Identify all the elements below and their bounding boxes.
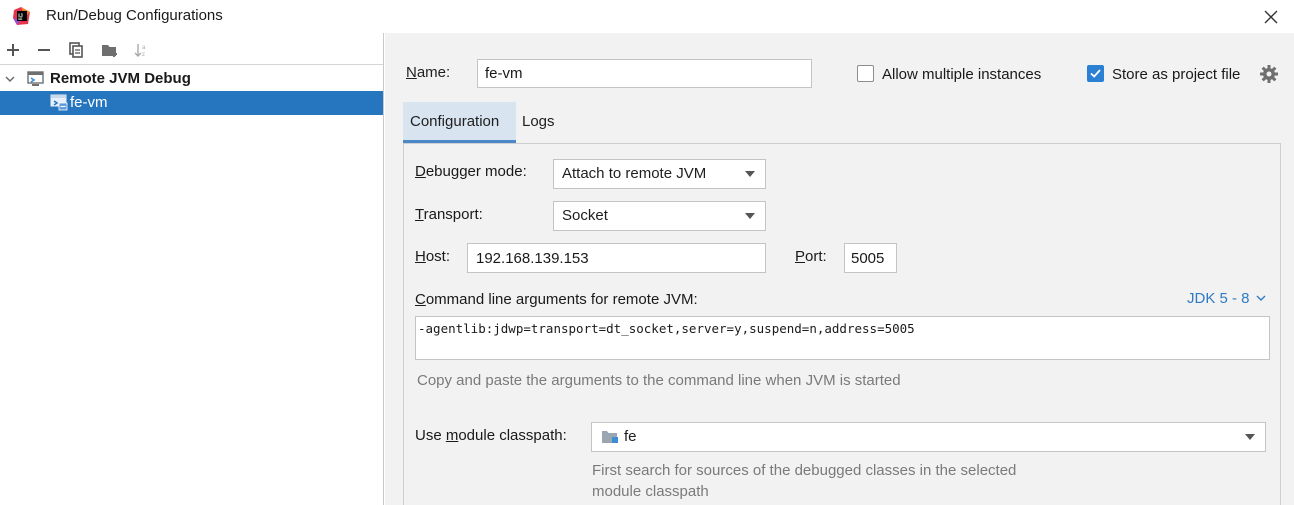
configurations-tree-panel: az Remote JVM Debug fe-vm (0, 33, 384, 505)
cmd-label-rest: ommand line arguments for remote JVM: (425, 291, 698, 308)
configuration-editor: Name: Allow multiple instances Store as … (385, 33, 1294, 505)
store-project-checkbox[interactable] (1087, 65, 1104, 82)
transport-value: Socket (562, 207, 608, 224)
sort-icon: az (134, 44, 146, 58)
allow-multiple-checkbox[interactable] (857, 65, 874, 82)
copy-button[interactable] (65, 39, 87, 61)
name-input[interactable] (477, 59, 812, 88)
tab-logs[interactable]: Logs (522, 102, 566, 143)
remove-icon (38, 49, 50, 51)
dropdown-arrow-icon (745, 213, 755, 219)
transport-select[interactable]: Socket (553, 201, 766, 231)
module-folder-icon (602, 431, 618, 443)
intellij-app-icon: IJ (13, 7, 30, 25)
remote-debug-icon (27, 71, 44, 86)
name-label-rest: ame: (416, 64, 451, 81)
transport-label-rest: ransport: (423, 206, 483, 223)
debugger-mode-value: Attach to remote JVM (562, 165, 707, 182)
port-label: Port: (795, 248, 827, 265)
module-label-prefix: Use (415, 427, 446, 444)
copy-icon (69, 42, 83, 58)
close-icon (1264, 10, 1278, 24)
close-button[interactable] (1258, 4, 1284, 30)
remove-button[interactable] (33, 39, 55, 61)
module-hint-line1: First search for sources of the debugged… (592, 462, 1017, 479)
configuration-panel: Debugger mode: Attach to remote JVM Tran… (403, 143, 1281, 505)
port-input[interactable] (844, 243, 897, 273)
tree-item-fe-vm[interactable]: fe-vm (0, 91, 383, 115)
debugger-mode-label-rest: ebugger mode: (425, 163, 527, 180)
window-title: Run/Debug Configurations (46, 7, 223, 24)
tree-group-remote-jvm-debug[interactable]: Remote JVM Debug (0, 67, 383, 91)
cmd-hint: Copy and paste the arguments to the comm… (417, 372, 901, 389)
title-bar: IJ Run/Debug Configurations (0, 0, 1294, 33)
tab-configuration[interactable]: Configuration (403, 102, 516, 143)
svg-text:z: z (142, 52, 145, 58)
tree-toolbar: az (0, 33, 383, 65)
name-label: Name: (406, 64, 451, 81)
module-classpath-select[interactable]: fe (591, 422, 1266, 452)
store-project-label[interactable]: Store as project file (1112, 66, 1240, 83)
add-button[interactable] (2, 39, 24, 61)
tree-group-label: Remote JVM Debug (50, 70, 191, 87)
sort-button[interactable]: az (131, 39, 153, 61)
gear-icon[interactable] (1259, 64, 1279, 84)
checkmark-icon (1090, 69, 1101, 78)
folder-add-icon (102, 45, 117, 57)
module-label-rest: odule classpath: (458, 427, 567, 444)
module-hint-line2: module classpath (592, 483, 709, 500)
cmd-label: Command line arguments for remote JVM: (415, 291, 698, 308)
svg-text:a: a (142, 45, 146, 51)
remote-debug-config-icon (50, 94, 68, 111)
allow-multiple-label[interactable]: Allow multiple instances (882, 66, 1041, 83)
dropdown-arrow-icon (745, 171, 755, 177)
tree-item-label: fe-vm (70, 94, 108, 111)
module-classpath-label: Use module classpath: (415, 427, 567, 444)
jdk-version-text: JDK 5 - 8 (1187, 290, 1250, 307)
module-classpath-value: fe (624, 428, 637, 445)
host-label: Host: (415, 248, 451, 265)
chevron-down-icon[interactable] (4, 73, 16, 85)
debugger-mode-select[interactable]: Attach to remote JVM (553, 159, 766, 189)
port-label-rest: ort: (805, 248, 827, 265)
transport-label: Transport: (415, 206, 483, 223)
add-icon (7, 44, 19, 56)
cmd-arguments-field[interactable]: -agentlib:jdwp=transport=dt_socket,serve… (415, 316, 1270, 360)
host-input[interactable] (467, 243, 766, 273)
chevron-down-icon (1256, 295, 1266, 301)
jdk-version-link[interactable]: JDK 5 - 8 (1187, 290, 1266, 307)
new-folder-button[interactable] (99, 39, 121, 61)
debugger-mode-label: Debugger mode: (415, 163, 527, 180)
host-label-rest: ost: (425, 248, 451, 265)
dropdown-arrow-icon (1245, 434, 1255, 440)
